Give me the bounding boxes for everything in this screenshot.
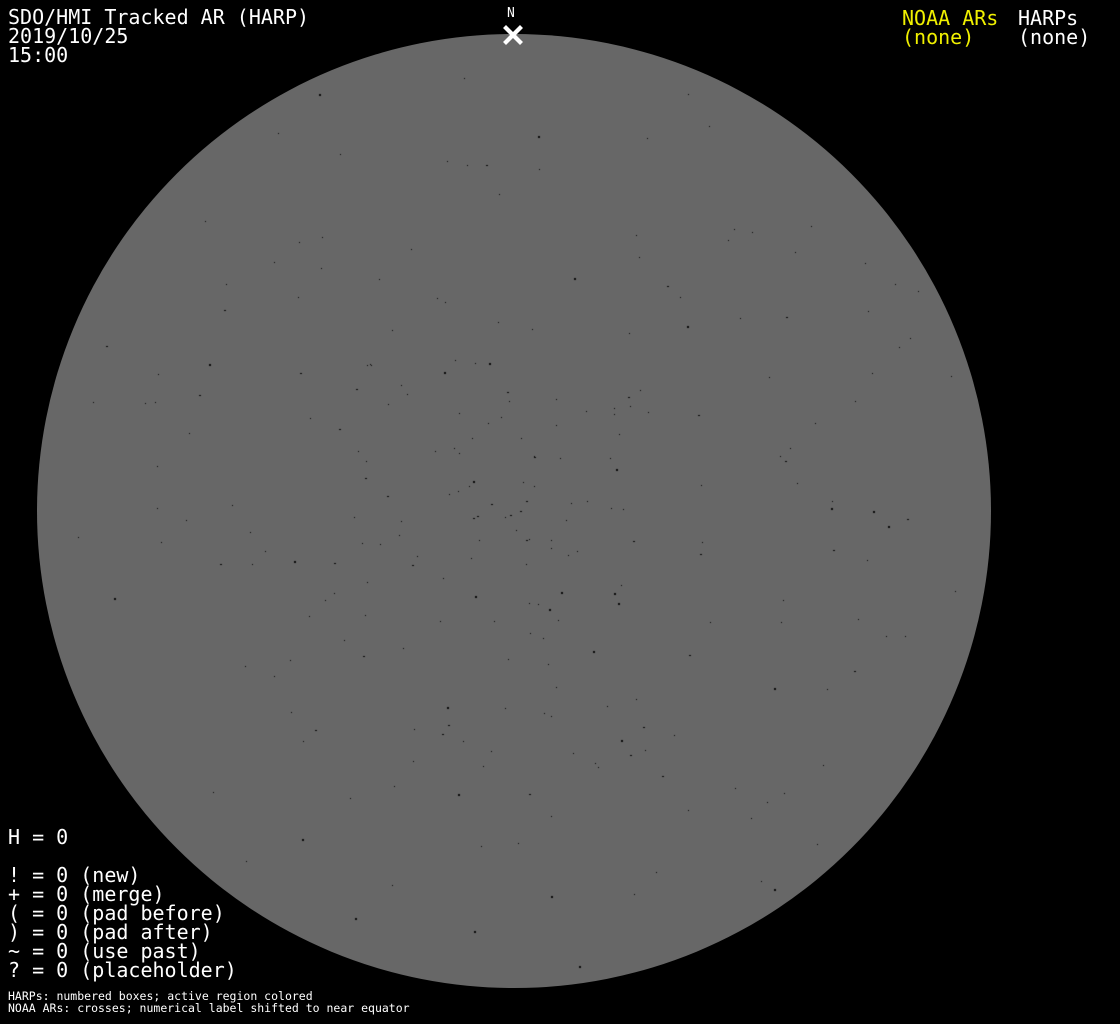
header: SDO/HMI Tracked AR (HARP) 2019/10/25 15:… [8, 7, 309, 67]
harps-count: (none) [1018, 25, 1091, 49]
footer-noaa-note: NOAA ARs: crosses; numerical label shift… [8, 1001, 410, 1015]
harps-column: HARPs (none) [1018, 8, 1091, 49]
footer-notes: HARPs: numbered boxes; active region col… [8, 990, 410, 1014]
north-cross-icon [503, 25, 523, 45]
observation-time: 15:00 [8, 43, 69, 67]
symbol-legend: ! = 0 (new) + = 0 (merge) ( = 0 (pad bef… [8, 865, 237, 982]
noaa-ars-count: (none) [902, 25, 975, 49]
harp-tracking-view: SDO/HMI Tracked AR (HARP) 2019/10/25 15:… [0, 0, 1120, 1024]
harp-count-label: H = 0 [8, 825, 69, 849]
north-label: N [507, 6, 515, 21]
noaa-ars-column: NOAA ARs (none) [902, 8, 998, 49]
legend-item-placeholder: ? = 0 (placeholder) [8, 958, 237, 982]
